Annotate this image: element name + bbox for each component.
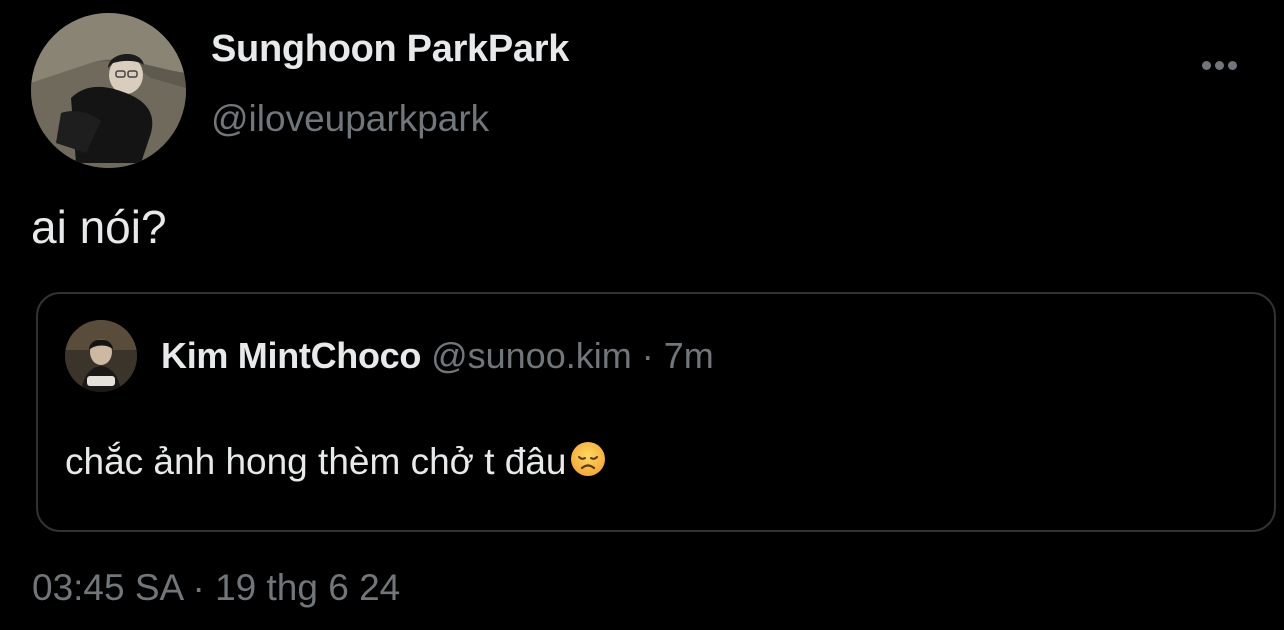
author-handle[interactable]: @iloveuparkpark (211, 98, 489, 140)
more-options-button[interactable] (1196, 50, 1244, 80)
quoted-tweet-card[interactable]: Kim MintChoco @sunoo.kim · 7m chắc ảnh h… (36, 292, 1276, 532)
quoted-tweet-time[interactable]: 7m (664, 335, 714, 376)
ellipsis-icon (1215, 61, 1224, 70)
quoted-tweet-text-row: chắc ảnh hong thèm chở t đâu (65, 440, 607, 487)
author-avatar[interactable] (31, 13, 186, 168)
quoted-tweet-header: Kim MintChoco @sunoo.kim · 7m (161, 335, 714, 377)
quoted-tweet-text: chắc ảnh hong thèm chở t đâu (65, 441, 567, 482)
quoted-author-handle[interactable]: @sunoo.kim (431, 335, 632, 376)
tweet: Sunghoon ParkPark @iloveuparkpark ai nói… (0, 0, 1284, 630)
disappointed-face-emoji-icon (569, 440, 607, 487)
tweet-timestamp[interactable]: 03:45 SA · 19 thg 6 24 (32, 567, 400, 609)
ellipsis-icon (1202, 61, 1211, 70)
quoted-author-avatar[interactable] (65, 320, 137, 392)
ellipsis-icon (1228, 61, 1237, 70)
separator-dot: · (641, 335, 654, 376)
author-display-name[interactable]: Sunghoon ParkPark (211, 28, 569, 71)
tweet-text: ai nói? (31, 201, 167, 253)
quoted-author-display-name[interactable]: Kim MintChoco (161, 335, 421, 376)
